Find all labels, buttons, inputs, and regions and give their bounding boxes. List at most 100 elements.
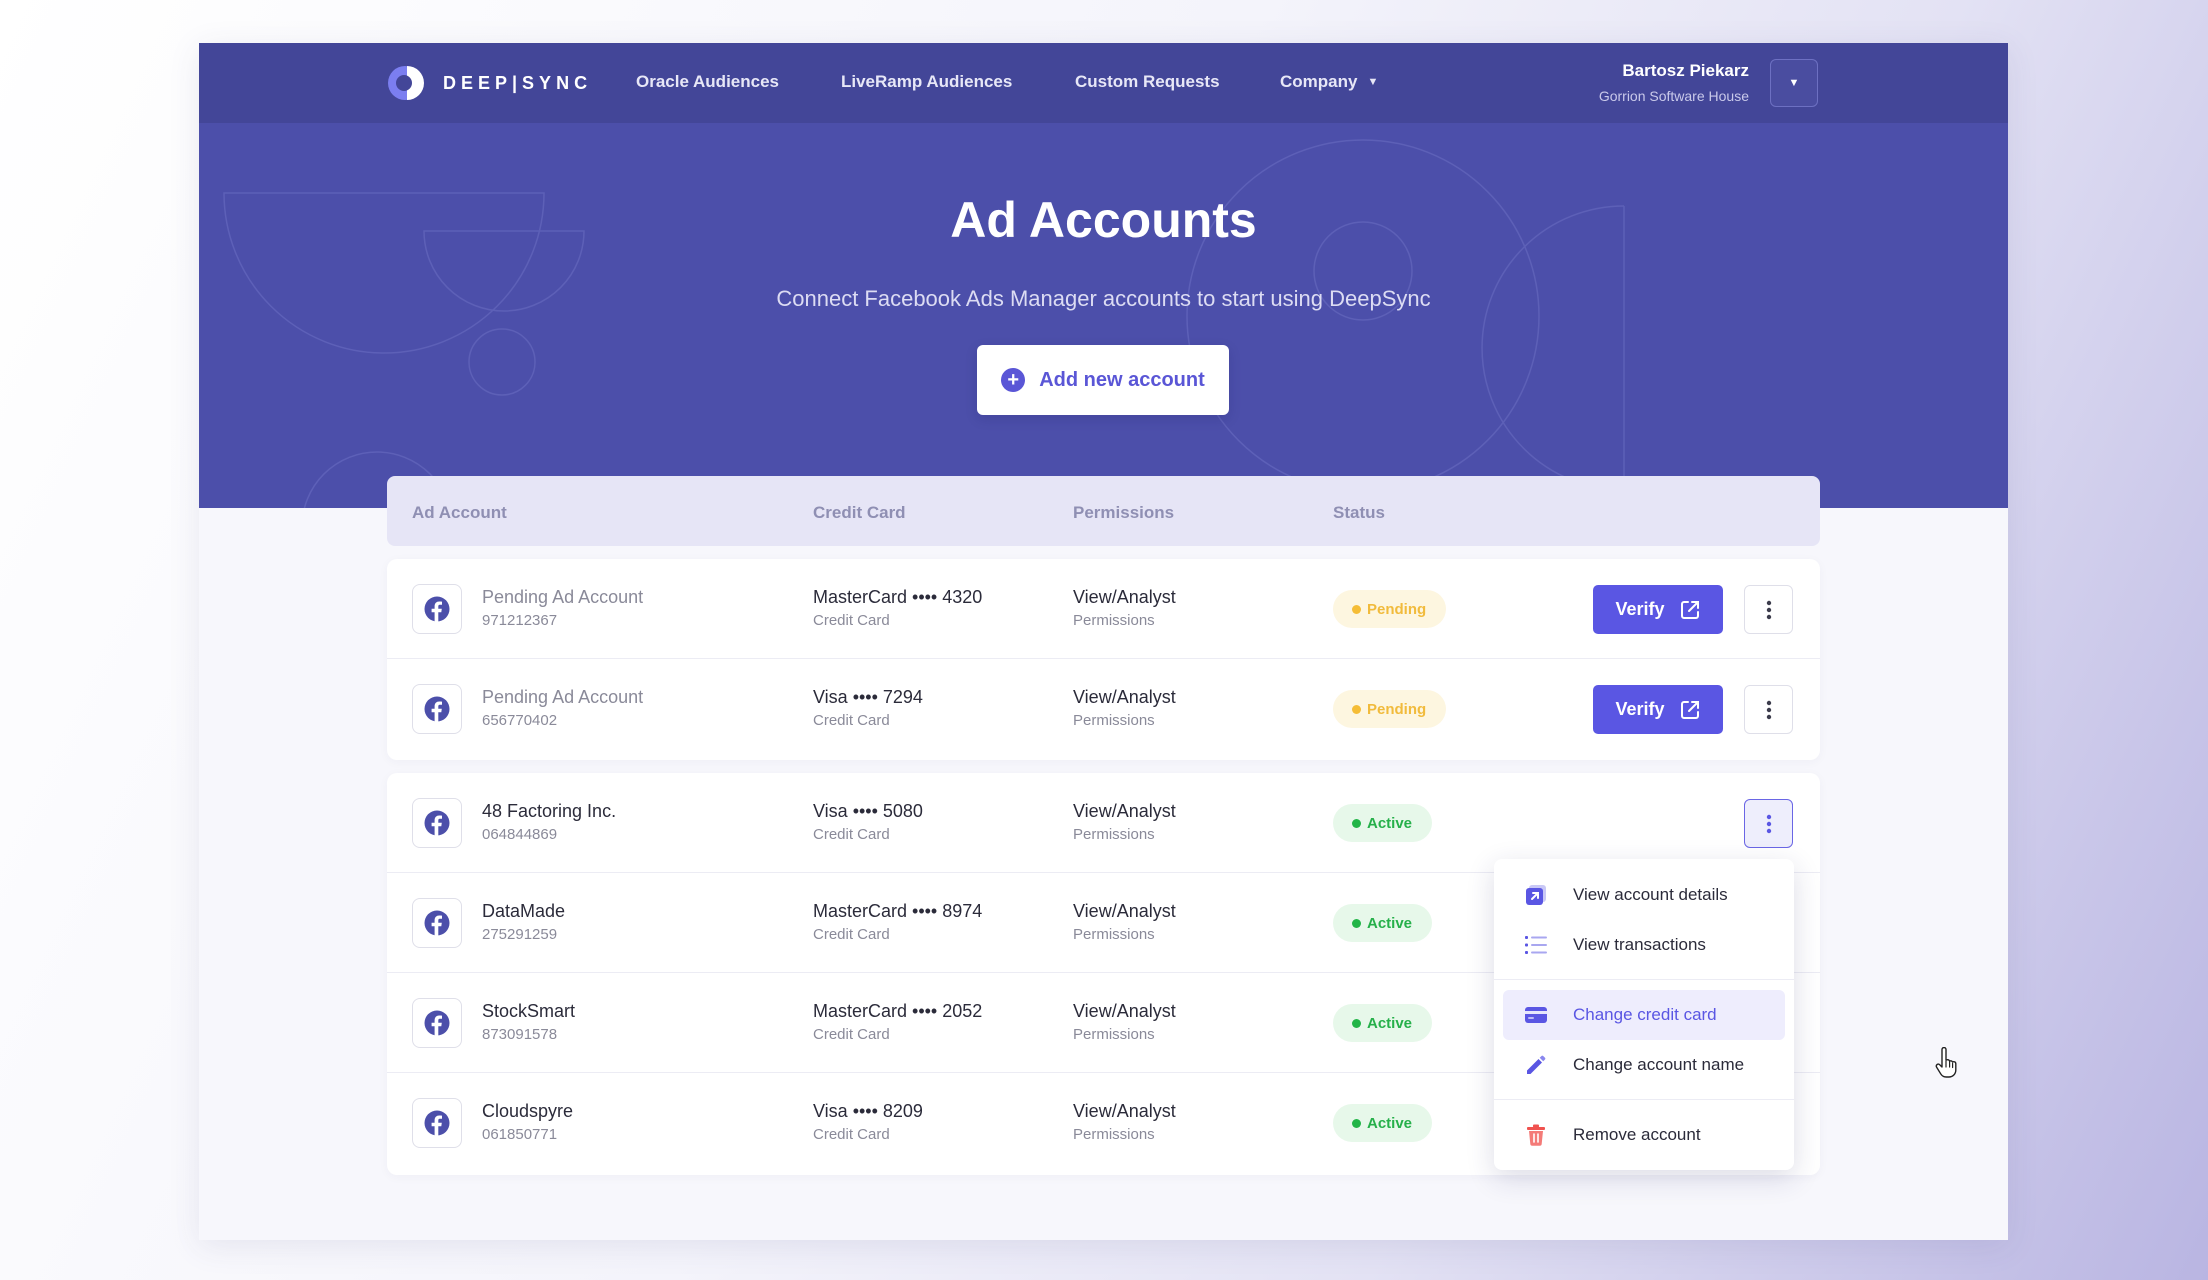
status-dot [1352,919,1361,928]
credit-card: MasterCard •••• 4320 [813,587,983,607]
facebook-icon [412,998,462,1048]
user-menu-toggle[interactable]: ▼ [1770,59,1818,107]
hand-pointer-cursor-icon [1935,1047,1957,1078]
nav-link-oracle-audiences[interactable]: Oracle Audiences [636,72,779,92]
account-name: Pending Ad Account [482,687,644,707]
table-row: Pending Ad Account 971212367 MasterCard … [387,559,1820,659]
permissions: View/Analyst [1073,1101,1176,1121]
more-vertical-icon [1766,700,1771,719]
deepsync-logo-icon [388,66,424,100]
facebook-icon [412,898,462,948]
column-header-permissions: Permissions [1073,503,1175,522]
account-id: 656770402 [482,712,558,729]
page-title: Ad Accounts [950,192,1257,248]
status-label: Pending [1367,700,1427,718]
credit-card-caption: Credit Card [813,926,890,943]
account-id: 275291259 [482,926,558,943]
top-navbar: DEEP|SYNC Oracle Audiences LiveRamp Audi… [199,43,2008,123]
verify-label: Verify [1615,699,1665,719]
caret-down-icon: ▼ [1367,76,1379,88]
page-subtitle: Connect Facebook Ads Manager accounts to… [776,286,1431,311]
menu-item-label: Remove account [1573,1125,1701,1144]
permissions-caption: Permissions [1073,926,1155,943]
status-badge: Pending [1333,690,1447,728]
status-dot [1352,1019,1361,1028]
status-label: Active [1367,1114,1413,1132]
status-dot [1352,1119,1361,1128]
permissions-caption: Permissions [1073,1026,1155,1043]
menu-item-change-account-name[interactable]: Change account name [1503,1040,1785,1090]
account-id: 061850771 [482,1126,558,1143]
more-options-button[interactable] [1744,585,1793,634]
verify-label: Verify [1615,599,1665,619]
menu-item-remove-account[interactable]: Remove account [1503,1110,1785,1160]
menu-item-view-transactions[interactable]: View transactions [1503,920,1785,970]
status-label: Active [1367,914,1413,932]
add-new-account-button[interactable]: + Add new account [977,345,1229,415]
status-dot [1352,819,1361,828]
logo-text: DEEP|SYNC [443,72,593,93]
more-vertical-icon [1766,814,1771,833]
credit-card: MasterCard •••• 2052 [813,1001,983,1021]
nav-link-company[interactable]: Company ▼ [1280,72,1378,92]
facebook-icon [412,1098,462,1148]
menu-item-label: Change account name [1573,1055,1745,1074]
menu-divider [1494,979,1794,980]
account-name: Pending Ad Account [482,587,644,607]
permissions-caption: Permissions [1073,826,1155,843]
status-label: Active [1367,814,1413,832]
credit-card-icon [1525,1007,1547,1023]
user-name: Bartosz Piekarz [1622,61,1749,80]
menu-item-view-account-details[interactable]: View account details [1503,870,1785,920]
account-id: 064844869 [482,826,558,843]
table-header: Ad Account Credit Card Permissions Statu… [387,476,1820,546]
add-new-account-label: Add new account [1039,368,1205,391]
account-name: Cloudspyre [482,1101,574,1121]
credit-card-caption: Credit Card [813,612,890,629]
hero-banner: DEEP|SYNC Oracle Audiences LiveRamp Audi… [199,43,2008,508]
external-link-icon [1680,600,1699,619]
column-header-status: Status [1333,503,1385,522]
more-options-button[interactable] [1744,685,1793,734]
caret-down-icon: ▼ [1788,77,1800,89]
column-header-credit-card: Credit Card [813,503,906,522]
deepsync-logo[interactable]: DEEP|SYNC [387,63,592,103]
credit-card-caption: Credit Card [813,1126,890,1143]
nav-link-liveramp-audiences[interactable]: LiveRamp Audiences [841,72,1012,92]
table-row: 48 Factoring Inc. 064844869 Visa •••• 50… [387,773,1820,873]
column-header-ad-account: Ad Account [412,503,507,522]
verify-button[interactable]: Verify [1593,585,1723,634]
verify-button[interactable]: Verify [1593,685,1723,734]
nav-link-custom-requests[interactable]: Custom Requests [1075,72,1220,92]
user-company: Gorrion Software House [1598,88,1749,104]
app-window: DEEP|SYNC Oracle Audiences LiveRamp Audi… [199,43,2008,1240]
account-name: DataMade [482,901,566,921]
account-id: 971212367 [482,612,558,629]
status-badge: Pending [1333,590,1447,628]
credit-card: Visa •••• 5080 [813,801,923,821]
status-badge: Active [1333,1104,1433,1142]
permissions: View/Analyst [1073,901,1176,921]
facebook-icon [412,584,462,634]
status-badge: Active [1333,904,1433,942]
permissions-caption: Permissions [1073,712,1155,729]
nav-link-company-label: Company [1280,72,1358,91]
credit-card: MasterCard •••• 8974 [813,901,983,921]
plus-circle-icon: + [1001,368,1026,392]
account-name: StockSmart [482,1001,576,1021]
credit-card: Visa •••• 8209 [813,1101,923,1121]
pending-accounts-group: Pending Ad Account 971212367 MasterCard … [387,559,1820,760]
menu-item-change-credit-card[interactable]: Change credit card [1503,990,1785,1040]
menu-item-label: Change credit card [1573,1005,1717,1024]
facebook-icon [412,684,462,734]
facebook-icon [412,798,462,848]
menu-item-label: View transactions [1573,935,1706,954]
more-vertical-icon [1766,600,1771,619]
permissions: View/Analyst [1073,587,1176,607]
pencil-icon [1527,1055,1546,1074]
external-link-icon [1680,700,1699,719]
account-id: 873091578 [482,1026,558,1043]
status-dot [1352,605,1361,614]
more-options-button[interactable] [1744,799,1793,848]
credit-card: Visa •••• 7294 [813,687,923,707]
